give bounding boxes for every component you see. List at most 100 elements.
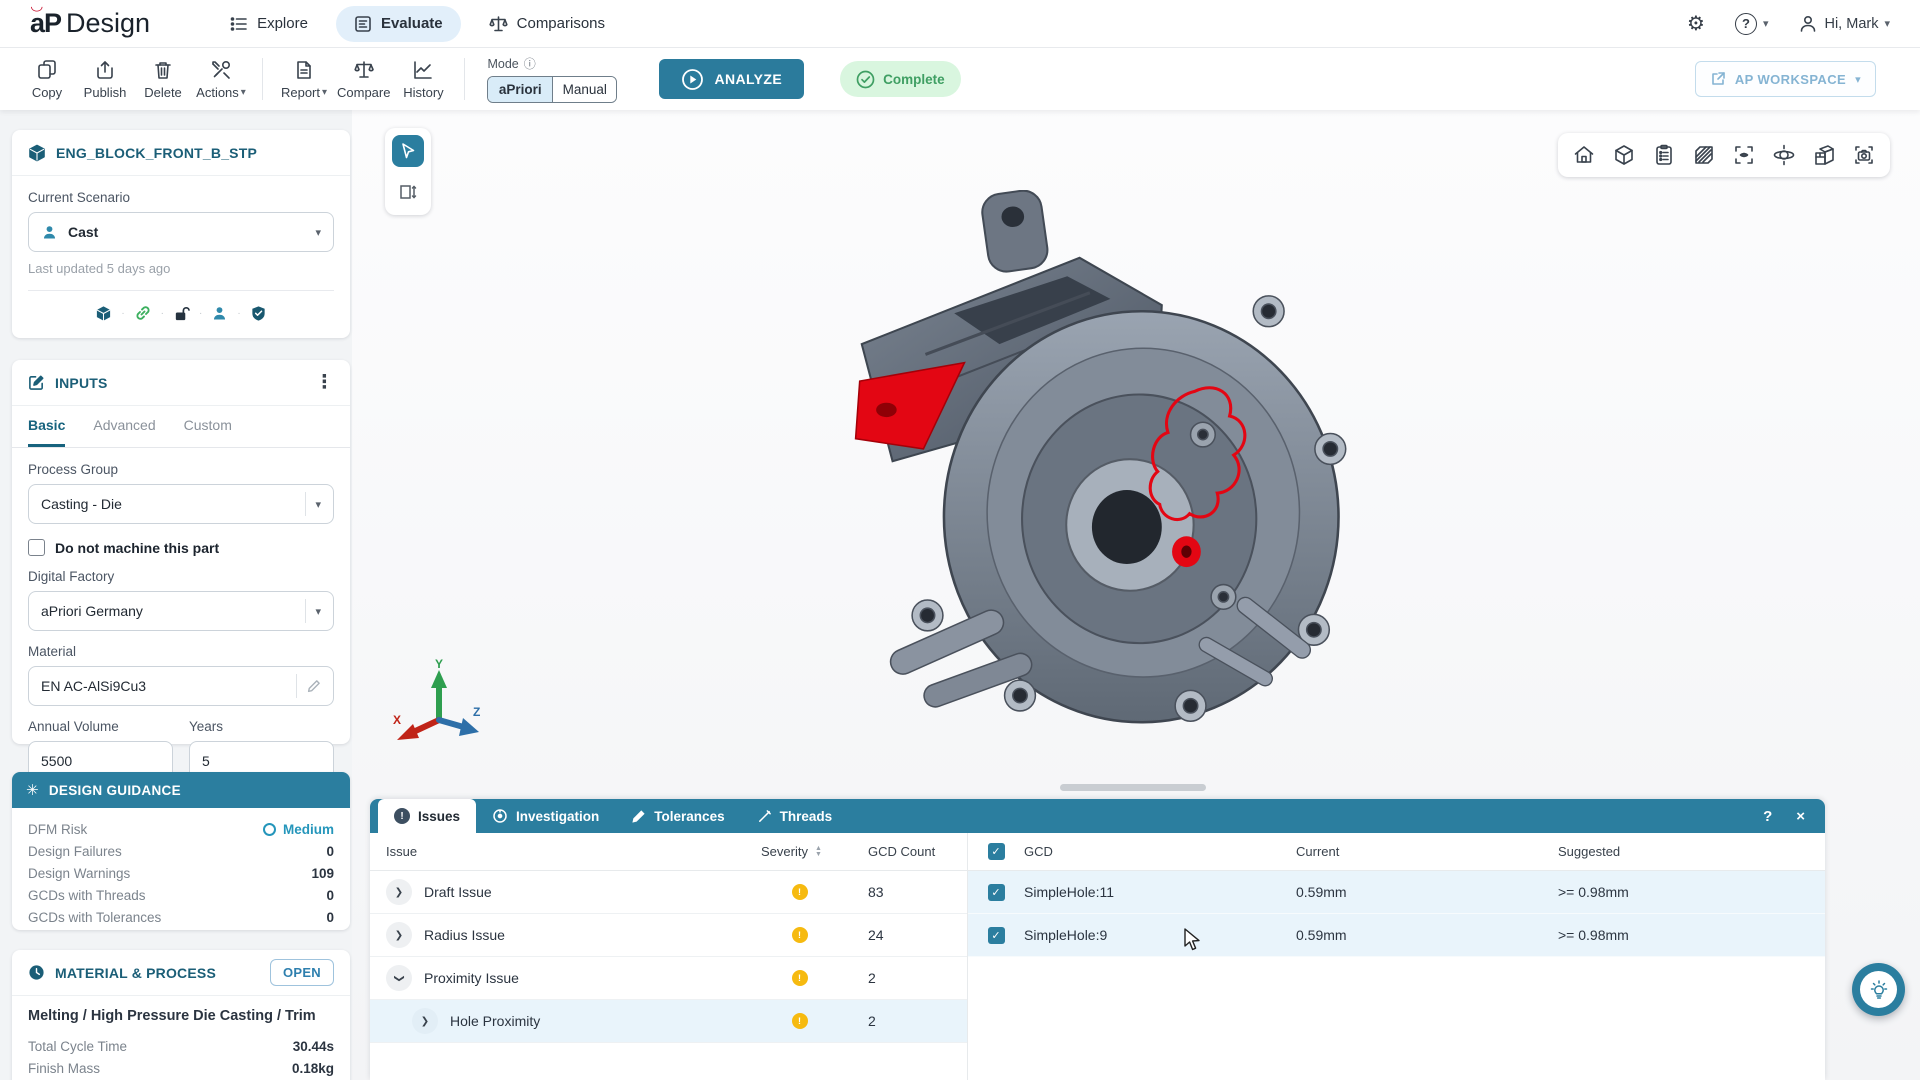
compare-button[interactable]: Compare [333, 59, 394, 100]
delete-button[interactable]: Delete [134, 59, 192, 100]
tab-advanced[interactable]: Advanced [93, 406, 155, 447]
expand-chevron-icon[interactable]: ❯ [412, 1008, 438, 1034]
app-logo[interactable]: aP Design [30, 8, 150, 39]
gcd-current: 0.59mm [1296, 927, 1558, 943]
chevron-down-icon: ▾ [315, 498, 321, 511]
axis-triad: Y X Z [393, 658, 485, 750]
mode-manual-option[interactable]: Manual [553, 77, 617, 102]
exploded-view-icon[interactable] [1812, 143, 1836, 167]
tab-investigation[interactable]: Investigation [476, 799, 615, 833]
expand-chevron-icon[interactable]: ❯ [386, 879, 412, 905]
fit-view-icon[interactable] [1732, 143, 1756, 167]
gcd-row-simplehole-9[interactable]: ✓ SimpleHole:9 0.59mm >= 0.98mm [968, 914, 1825, 957]
settings-gear-icon[interactable]: ⚙ [1687, 11, 1705, 36]
assistant-fab-button[interactable] [1852, 963, 1905, 1016]
collapse-chevron-icon[interactable]: ❯ [386, 965, 412, 991]
viewer-horizontal-scrollbar[interactable] [1060, 784, 1206, 791]
publish-button[interactable]: Publish [76, 59, 134, 100]
analyze-button[interactable]: ANALYZE [659, 59, 804, 99]
chevron-down-icon: ▾ [322, 87, 327, 98]
gcd-name: SimpleHole:11 [1024, 884, 1296, 900]
info-icon[interactable]: ⓘ [524, 55, 536, 72]
inputs-tabs: Basic Advanced Custom [12, 406, 350, 448]
ap-workspace-button[interactable]: AP WORKSPACE ▾ [1695, 61, 1876, 97]
scenario-status-icons: · · · · [28, 304, 334, 322]
issues-panel: ! Issues Investigation Tolerances Thread… [370, 799, 1825, 1080]
link-icon[interactable] [134, 304, 152, 322]
pencil-icon[interactable] [306, 679, 321, 694]
scenario-card-body: Current Scenario Cast ▾ Last updated 5 d… [12, 176, 350, 336]
scenario-user-icon [41, 224, 58, 241]
copy-button[interactable]: Copy [18, 59, 76, 100]
tab-threads-label: Threads [780, 809, 833, 824]
process-group-select[interactable]: Casting - Die ▾ [28, 484, 334, 524]
nav-comparisons-label: Comparisons [517, 15, 605, 32]
issue-row-radius[interactable]: ❯Radius Issue ! 24 [370, 914, 967, 957]
part-title: ENG_BLOCK_FRONT_B_STP [56, 145, 257, 161]
select-cursor-tool[interactable] [392, 135, 424, 167]
3d-model-engine-block[interactable] [830, 190, 1360, 750]
publish-icon [94, 59, 116, 81]
col-severity[interactable]: Severity ▲▼ [747, 844, 852, 859]
years-label: Years [189, 719, 334, 734]
row-checkbox[interactable]: ✓ [988, 927, 1005, 944]
actions-menu-button[interactable]: Actions▾ [192, 59, 250, 100]
material-value: EN AC-AlSi9Cu3 [41, 678, 146, 694]
chevron-down-icon: ▾ [241, 87, 246, 98]
delete-label: Delete [144, 85, 182, 100]
snapshot-camera-icon[interactable] [1852, 143, 1876, 167]
section-view-icon[interactable] [1692, 143, 1716, 167]
do-not-machine-checkbox-row[interactable]: Do not machine this part [28, 539, 334, 556]
shield-check-icon[interactable] [250, 305, 267, 322]
view-list-icon[interactable] [1652, 143, 1676, 167]
tab-issues[interactable]: ! Issues [378, 799, 476, 833]
home-view-icon[interactable] [1572, 143, 1596, 167]
scenario-select[interactable]: Cast ▾ [28, 212, 334, 252]
issue-row-proximity[interactable]: ❯Proximity Issue ! 2 [370, 957, 967, 1000]
issue-count: 2 [852, 1013, 967, 1029]
material-field[interactable]: EN AC-AlSi9Cu3 [28, 666, 334, 706]
issue-name: Radius Issue [424, 927, 505, 943]
top-bar: aP Design Explore Evaluate Comparisons ⚙… [0, 0, 1920, 48]
digital-factory-select[interactable]: aPriori Germany ▾ [28, 591, 334, 631]
cursor-arrow-icon [399, 142, 417, 160]
tab-threads[interactable]: Threads [741, 799, 849, 833]
help-menu[interactable]: ? ▾ [1735, 13, 1769, 35]
nav-explore[interactable]: Explore [212, 6, 326, 42]
history-label: History [403, 85, 443, 100]
panel-help-icon[interactable]: ? [1763, 808, 1772, 825]
checkbox-unchecked[interactable] [28, 539, 45, 556]
expand-chevron-icon[interactable]: ❯ [386, 922, 412, 948]
owner-user-icon[interactable] [211, 305, 228, 322]
mode-apriori-option[interactable]: aPriori [488, 77, 553, 102]
report-menu-button[interactable]: Report▾ [275, 59, 333, 100]
nav-evaluate[interactable]: Evaluate [336, 6, 461, 42]
gcd-row-simplehole-11[interactable]: ✓ SimpleHole:11 0.59mm >= 0.98mm [968, 871, 1825, 914]
unlock-icon[interactable] [173, 305, 190, 322]
issue-row-draft[interactable]: ❯Draft Issue ! 83 [370, 871, 967, 914]
open-button[interactable]: OPEN [270, 959, 334, 986]
orbit-rotate-icon[interactable] [1772, 143, 1796, 167]
cad-cube-icon[interactable] [95, 305, 112, 322]
sort-icon[interactable]: ▲▼ [815, 846, 822, 858]
isometric-view-icon[interactable] [1612, 143, 1636, 167]
user-menu[interactable]: Hi, Mark ▾ [1798, 14, 1890, 34]
actions-label: Actions [196, 85, 239, 100]
inputs-title: INPUTS [55, 375, 108, 391]
warning-severity-icon: ! [792, 884, 808, 900]
history-chart-icon [412, 59, 434, 81]
tab-basic[interactable]: Basic [28, 406, 65, 447]
dfm-risk-value: Medium [263, 822, 334, 837]
measure-tool[interactable] [392, 176, 424, 208]
history-button[interactable]: History [394, 59, 452, 100]
panel-close-icon[interactable]: × [1796, 808, 1805, 825]
row-checkbox[interactable]: ✓ [988, 884, 1005, 901]
main-nav: Explore Evaluate Comparisons [212, 6, 623, 42]
issue-row-hole-proximity[interactable]: ❯Hole Proximity ! 2 [370, 1000, 967, 1043]
nav-comparisons[interactable]: Comparisons [471, 6, 623, 42]
kebab-menu-icon[interactable]: ⋮ [315, 371, 334, 394]
tab-custom[interactable]: Custom [184, 406, 232, 447]
material-process-body: Melting / High Pressure Die Casting / Tr… [12, 996, 350, 1080]
tab-tolerances[interactable]: Tolerances [615, 799, 740, 833]
select-all-checkbox[interactable]: ✓ [988, 843, 1005, 860]
